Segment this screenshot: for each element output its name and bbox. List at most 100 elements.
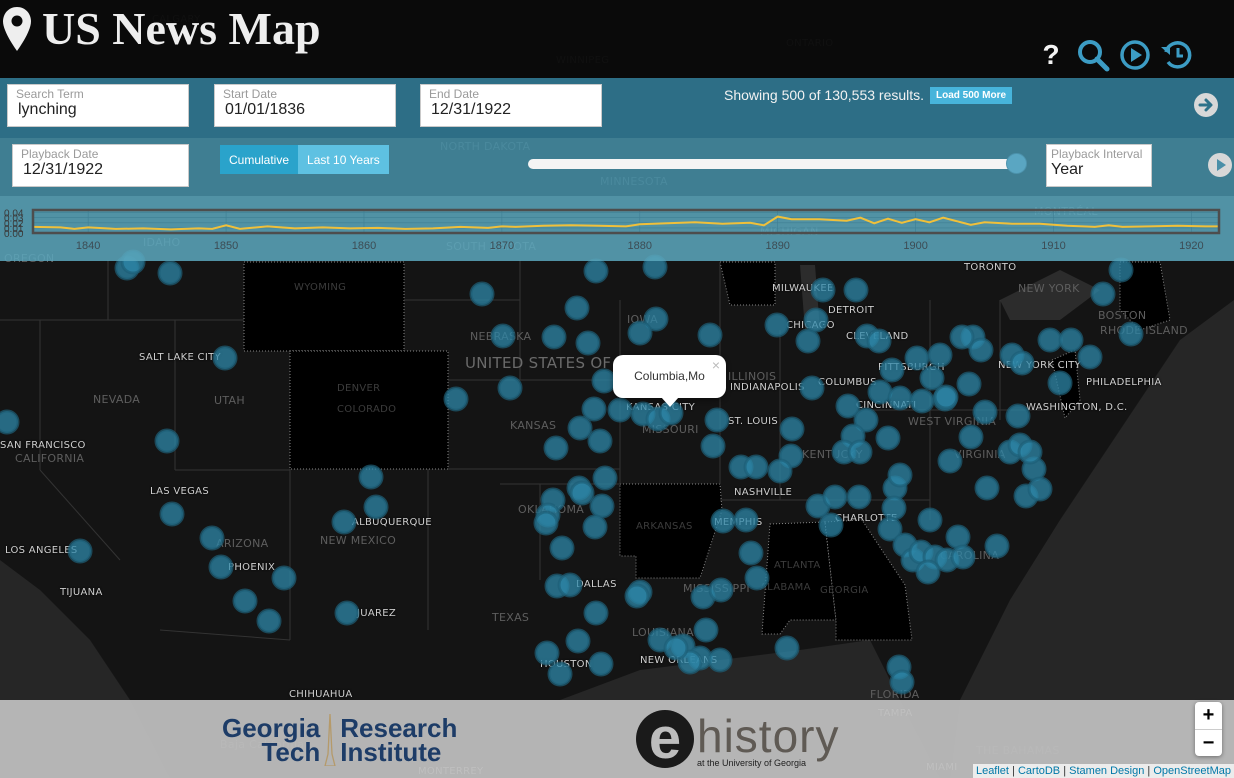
news-marker[interactable] xyxy=(443,386,469,412)
news-marker[interactable] xyxy=(543,435,569,461)
news-marker[interactable] xyxy=(779,416,805,442)
news-marker[interactable] xyxy=(743,454,769,480)
end-date-input[interactable] xyxy=(431,101,584,119)
news-marker[interactable] xyxy=(909,388,935,414)
attribution-link[interactable]: CartoDB xyxy=(1018,765,1060,777)
news-marker[interactable] xyxy=(881,495,907,521)
news-marker[interactable] xyxy=(1005,403,1031,429)
news-marker[interactable] xyxy=(733,507,759,533)
news-marker[interactable] xyxy=(334,600,360,626)
news-marker[interactable] xyxy=(707,647,733,673)
news-marker[interactable] xyxy=(627,320,653,346)
news-marker[interactable] xyxy=(587,428,613,454)
playback-interval-value[interactable]: Year xyxy=(1051,161,1139,179)
news-marker[interactable] xyxy=(581,396,607,422)
news-marker[interactable] xyxy=(984,533,1010,559)
news-marker[interactable] xyxy=(956,371,982,397)
playback-date-input[interactable] xyxy=(23,161,172,179)
news-marker[interactable] xyxy=(549,535,575,561)
news-marker[interactable] xyxy=(818,512,844,538)
news-marker[interactable] xyxy=(693,617,719,643)
news-marker[interactable] xyxy=(738,540,764,566)
zoom-out-button[interactable]: − xyxy=(1195,729,1222,756)
mode-cumulative-button[interactable]: Cumulative xyxy=(220,145,299,174)
news-marker[interactable] xyxy=(822,484,848,510)
news-marker[interactable] xyxy=(547,661,573,687)
news-marker[interactable] xyxy=(557,572,583,598)
popup-close-button[interactable]: × xyxy=(712,357,720,373)
news-marker[interactable] xyxy=(564,295,590,321)
news-marker[interactable] xyxy=(700,433,726,459)
news-marker[interactable] xyxy=(1037,327,1063,353)
playback-interval-field[interactable]: Playback Interval Year xyxy=(1046,144,1152,187)
news-marker[interactable] xyxy=(582,514,608,540)
news-marker[interactable] xyxy=(1009,350,1035,376)
news-marker[interactable] xyxy=(919,365,945,391)
news-marker[interactable] xyxy=(697,322,723,348)
news-marker[interactable] xyxy=(159,501,185,527)
news-marker[interactable] xyxy=(950,544,976,570)
news-marker[interactable] xyxy=(958,424,984,450)
start-date-input[interactable] xyxy=(225,101,378,119)
news-marker[interactable] xyxy=(575,330,601,356)
news-marker[interactable] xyxy=(795,328,821,354)
news-marker[interactable] xyxy=(846,484,872,510)
news-marker[interactable] xyxy=(937,448,963,474)
news-marker[interactable] xyxy=(710,508,736,534)
news-marker[interactable] xyxy=(212,345,238,371)
attribution-link[interactable]: OpenStreetMap xyxy=(1153,765,1231,777)
news-marker[interactable] xyxy=(208,554,234,580)
news-marker[interactable] xyxy=(799,375,825,401)
news-marker[interactable] xyxy=(1047,370,1073,396)
timeline-chart[interactable]: 0.000.010.020.030.041840 1850 1860 1870 1880… xyxy=(0,196,1234,261)
news-marker[interactable] xyxy=(1077,344,1103,370)
news-marker[interactable] xyxy=(915,559,941,585)
news-marker[interactable] xyxy=(810,277,836,303)
news-marker[interactable] xyxy=(541,324,567,350)
news-marker[interactable] xyxy=(591,368,617,394)
news-marker[interactable] xyxy=(154,428,180,454)
news-marker[interactable] xyxy=(1027,476,1053,502)
news-marker[interactable] xyxy=(704,407,730,433)
news-marker[interactable] xyxy=(567,415,593,441)
news-marker[interactable] xyxy=(157,260,183,286)
news-marker[interactable] xyxy=(744,565,770,591)
news-marker[interactable] xyxy=(803,307,829,333)
help-button[interactable]: ? xyxy=(1034,38,1068,72)
news-marker[interactable] xyxy=(1118,321,1144,347)
history-reset-button[interactable] xyxy=(1160,38,1194,72)
start-date-field[interactable]: Start Date xyxy=(214,84,396,127)
news-marker[interactable] xyxy=(0,409,20,435)
playback-slider-track[interactable] xyxy=(528,159,1016,169)
news-marker[interactable] xyxy=(875,425,901,451)
attribution-link[interactable]: Leaflet xyxy=(976,765,1009,777)
news-marker[interactable] xyxy=(974,475,1000,501)
news-marker[interactable] xyxy=(583,258,609,284)
news-marker[interactable] xyxy=(469,281,495,307)
news-marker[interactable] xyxy=(1058,327,1084,353)
play-button[interactable] xyxy=(1118,38,1152,72)
news-marker[interactable] xyxy=(271,565,297,591)
news-marker[interactable] xyxy=(945,524,971,550)
news-marker[interactable] xyxy=(569,480,595,506)
news-marker[interactable] xyxy=(497,375,523,401)
search-term-field[interactable]: Search Term xyxy=(7,84,189,127)
news-marker[interactable] xyxy=(843,277,869,303)
news-marker[interactable] xyxy=(256,608,282,634)
news-marker[interactable] xyxy=(607,397,633,423)
news-marker[interactable] xyxy=(887,385,913,411)
news-marker[interactable] xyxy=(490,323,516,349)
news-marker[interactable] xyxy=(847,439,873,465)
news-marker[interactable] xyxy=(927,342,953,368)
news-marker[interactable] xyxy=(624,583,650,609)
news-marker[interactable] xyxy=(67,538,93,564)
playback-date-field[interactable]: Playback Date xyxy=(12,144,189,187)
news-marker[interactable] xyxy=(767,458,793,484)
news-marker[interactable] xyxy=(331,509,357,535)
news-marker[interactable] xyxy=(1090,281,1116,307)
news-marker[interactable] xyxy=(588,651,614,677)
news-marker[interactable] xyxy=(1017,439,1043,465)
news-marker[interactable] xyxy=(358,464,384,490)
mode-last-10-years-button[interactable]: Last 10 Years xyxy=(298,145,389,174)
submit-query-button[interactable] xyxy=(1194,93,1218,117)
